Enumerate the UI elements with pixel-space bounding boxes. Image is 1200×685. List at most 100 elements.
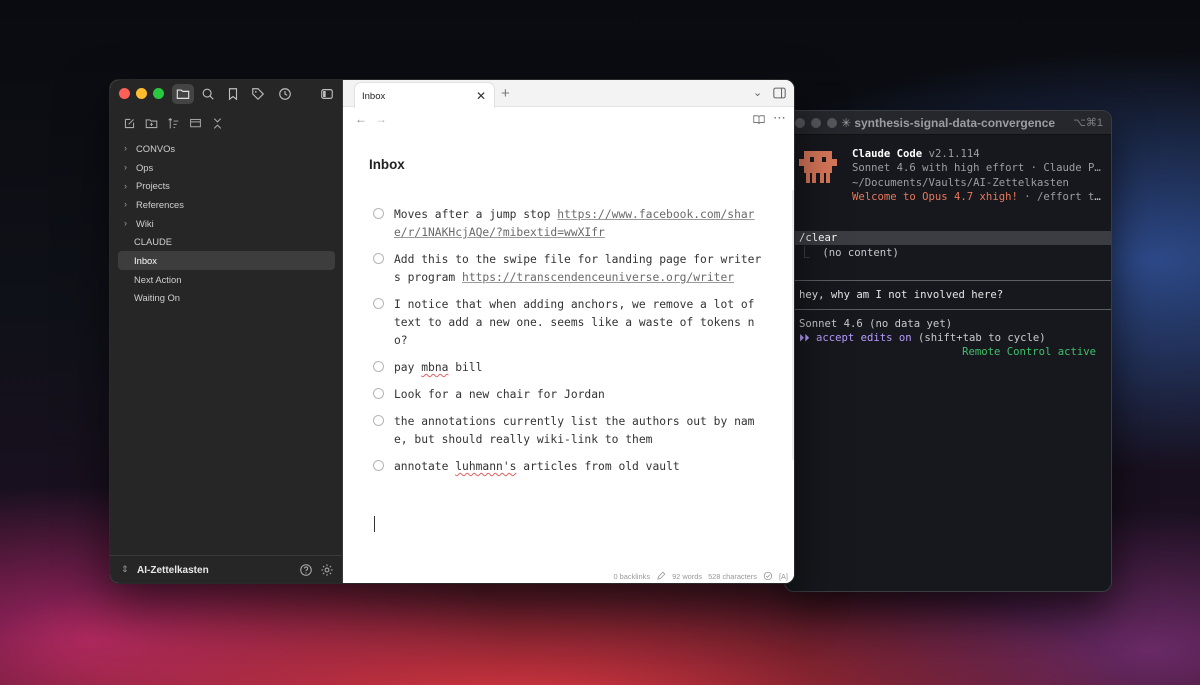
- collapse-icon: [213, 117, 221, 129]
- folder-plus-icon: [145, 118, 157, 128]
- tree-item[interactable]: Waiting On: [118, 289, 335, 308]
- bookmarks-view-button[interactable]: [222, 84, 244, 104]
- zoom-button[interactable]: [153, 88, 164, 99]
- model-status: Sonnet 4.6 (no data yet): [799, 318, 953, 330]
- task-item: annotate luhmann's articles from old vau…: [373, 458, 768, 476]
- task-checkbox[interactable]: [373, 208, 384, 219]
- tab-label: Inbox: [362, 91, 386, 102]
- obsidian-window[interactable]: › CONVOs › Ops › Projects › References › Wiki…: [109, 79, 795, 584]
- backlinks-count[interactable]: 0 backlinks: [614, 572, 651, 581]
- task-checkbox[interactable]: [373, 460, 384, 471]
- task-checkbox[interactable]: [373, 253, 384, 264]
- prompt-input[interactable]: hey, why am I not involved here?: [799, 288, 1003, 302]
- prompt-divider-top: [785, 280, 1111, 281]
- task-checkbox[interactable]: [373, 361, 384, 372]
- file-tree[interactable]: › CONVOs › Ops › Projects › References › Wiki…: [118, 139, 335, 307]
- chevron-right-icon: ›: [124, 199, 127, 210]
- tab-inbox[interactable]: Inbox ✕: [354, 82, 495, 108]
- pencil-icon[interactable]: [656, 571, 666, 581]
- tree-item[interactable]: › Projects: [118, 176, 335, 195]
- sort-icon: [167, 117, 178, 128]
- minimize-button[interactable]: [136, 88, 147, 99]
- task-checkbox[interactable]: [373, 388, 384, 399]
- auto-reveal-button[interactable]: [184, 113, 206, 133]
- task-list[interactable]: Moves after a jump stop https://www.face…: [373, 206, 768, 485]
- model-line: Sonnet 4.6 with high effort · Claude Pro: [852, 162, 1107, 175]
- tree-item[interactable]: › Wiki: [118, 214, 335, 233]
- navigation-bar: ← → ⋯: [343, 110, 794, 130]
- prompt-divider-bottom: [785, 309, 1111, 310]
- tree-item[interactable]: CLAUDE: [118, 232, 335, 251]
- tags-view-button[interactable]: [247, 84, 269, 104]
- terminal-zoom-button[interactable]: [827, 118, 837, 128]
- sync-check-icon[interactable]: [763, 571, 773, 581]
- window-controls[interactable]: [119, 88, 164, 99]
- sort-button[interactable]: [162, 113, 184, 133]
- chevron-right-icon: ›: [124, 143, 127, 154]
- reveal-icon: [189, 118, 201, 127]
- task-item: I notice that when adding anchors, we re…: [373, 296, 768, 350]
- terminal-window[interactable]: ✳ synthesis-signal-data-convergence ⌥⌘1 …: [784, 110, 1112, 592]
- new-folder-button[interactable]: [140, 113, 162, 133]
- output-elbow-icon: ⎿: [799, 247, 810, 259]
- chevron-right-icon: ›: [124, 218, 127, 229]
- close-tab-icon[interactable]: ✕: [476, 89, 486, 103]
- task-item: Add this to the swipe file for landing p…: [373, 251, 768, 287]
- bookmark-icon: [228, 88, 238, 101]
- terminal-minimize-button[interactable]: [811, 118, 821, 128]
- recent-view-button[interactable]: [274, 84, 296, 104]
- working-directory: ~/Documents/Vaults/AI-Zettelkasten: [852, 176, 1069, 189]
- word-count: 92 words: [672, 571, 703, 581]
- vault-switcher-icon[interactable]: ⇕: [121, 564, 129, 575]
- right-sidebar-toggle-icon[interactable]: [773, 87, 786, 99]
- tree-item-selected[interactable]: Inbox: [118, 251, 335, 270]
- task-link[interactable]: https://transcendenceuniverse.org/writer: [462, 271, 734, 284]
- vault-name[interactable]: AI-Zettelkasten: [137, 565, 209, 576]
- editor-scrollbar[interactable]: [792, 190, 794, 460]
- terminal-window-controls[interactable]: [795, 118, 837, 128]
- misspelled-word: luhmann's: [455, 460, 517, 473]
- command-output: ⎿ (no content): [799, 246, 899, 260]
- help-icon[interactable]: [299, 563, 313, 577]
- character-count: 528 characters: [708, 571, 757, 581]
- back-arrow-icon[interactable]: ←: [355, 112, 367, 126]
- claude-code-header: Claude Code v2.1.114 Sonnet 4.6 with hig…: [852, 147, 1107, 204]
- terminal-titlebar[interactable]: ✳ synthesis-signal-data-convergence ⌥⌘1: [785, 111, 1111, 135]
- tree-item[interactable]: › CONVOs: [118, 139, 335, 158]
- task-item: Moves after a jump stop https://www.face…: [373, 206, 768, 242]
- task-checkbox[interactable]: [373, 298, 384, 309]
- search-view-button[interactable]: [197, 84, 219, 104]
- status-bar: 0 backlinks 92 words 528 characters [A]: [614, 571, 789, 581]
- forward-arrow-icon[interactable]: →: [375, 112, 387, 126]
- toggle-sidebar-button[interactable]: [316, 84, 338, 104]
- tree-item[interactable]: › References: [118, 195, 335, 214]
- tag-icon: [252, 88, 265, 101]
- app-name: Claude Code: [852, 148, 923, 160]
- sidebar-header[interactable]: [110, 80, 343, 107]
- accept-edits-status[interactable]: ⏵⏵ accept edits on (shift+tab to cycle): [799, 331, 1046, 345]
- files-view-button[interactable]: [172, 84, 194, 104]
- editor-mode-indicator[interactable]: [A]: [779, 572, 788, 581]
- terminal-shortcut: ⌥⌘1: [1073, 117, 1103, 129]
- effort-hint: · /effort to…: [1017, 190, 1107, 203]
- new-note-button[interactable]: [118, 113, 140, 133]
- settings-gear-icon[interactable]: [320, 563, 334, 577]
- tree-item[interactable]: Next Action: [118, 270, 335, 289]
- tab-bar[interactable]: Inbox ✕ + ⌄: [343, 80, 794, 108]
- collapse-all-button[interactable]: [206, 113, 228, 133]
- folder-icon: [176, 89, 190, 99]
- reading-view-icon[interactable]: [753, 114, 765, 125]
- file-explorer-toolbar[interactable]: [118, 113, 228, 133]
- new-tab-icon[interactable]: +: [501, 85, 510, 102]
- accept-edits-label: ⏵⏵ accept edits on: [799, 332, 912, 344]
- left-sidebar[interactable]: › CONVOs › Ops › Projects › References › Wiki…: [110, 80, 343, 583]
- task-item: the annotations currently list the autho…: [373, 413, 768, 449]
- chevron-down-icon[interactable]: ⌄: [753, 86, 762, 99]
- more-options-icon[interactable]: ⋯: [773, 110, 786, 126]
- close-button[interactable]: [119, 88, 130, 99]
- search-icon: [202, 88, 214, 100]
- terminal-close-button[interactable]: [795, 118, 805, 128]
- task-checkbox[interactable]: [373, 415, 384, 426]
- tree-item[interactable]: › Ops: [118, 158, 335, 177]
- editor-pane[interactable]: Inbox ✕ + ⌄ ← → ⋯ Inbox Moves after a ju…: [343, 80, 794, 583]
